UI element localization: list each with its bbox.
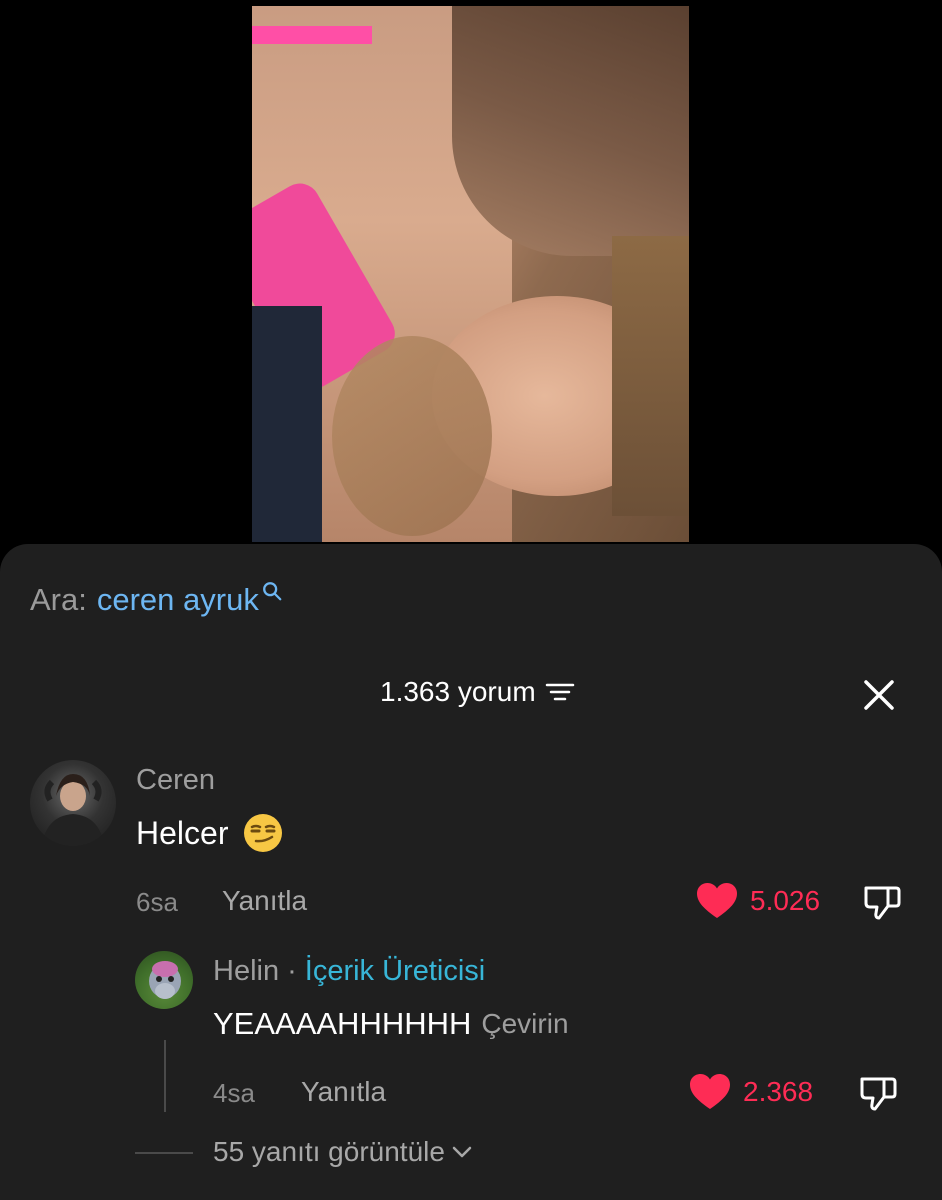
video-player[interactable] (0, 0, 942, 548)
like-button[interactable]: 5.026 (696, 882, 820, 920)
view-replies-button[interactable]: 55 yanıtı görüntüle (213, 1136, 473, 1168)
smirk-emoji-icon (244, 814, 283, 852)
avatar-ceren[interactable] (30, 760, 116, 846)
heart-icon (690, 1074, 730, 1109)
reply-username[interactable]: Helin (213, 955, 279, 988)
replies-divider (135, 1152, 193, 1154)
comments-header: 1.363 yorum (0, 672, 942, 718)
reply-time: 4sa (213, 1078, 255, 1108)
heart-icon (697, 883, 737, 918)
video-frame[interactable] (252, 6, 689, 542)
comment-body: Helcer (136, 812, 284, 854)
close-icon[interactable] (862, 678, 896, 712)
thread-line (164, 1040, 166, 1112)
comment-text: Helcer (136, 814, 229, 851)
avatar-image (42, 774, 104, 846)
comment-count-sort[interactable]: 1.363 yorum (380, 676, 576, 708)
thumbs-down-icon[interactable] (862, 882, 902, 922)
chevron-down-icon (452, 1146, 472, 1158)
search-term-link[interactable]: ceren ayruk (97, 582, 259, 618)
view-replies-label: 55 yanıtı görüntüle (213, 1136, 445, 1167)
reply-reply-button[interactable]: Yanıtla (301, 1076, 386, 1108)
reply-header: Helin · İçerik Üreticisi (213, 955, 485, 988)
reply-button[interactable]: Yanıtla (222, 885, 307, 917)
search-icon (262, 582, 282, 601)
avatar-image (149, 961, 181, 999)
search-suggestion[interactable]: Ara: ceren ayruk (30, 582, 283, 618)
comment-username[interactable]: Ceren (136, 764, 215, 797)
avatar-helin[interactable] (135, 951, 193, 1009)
reply-like-button[interactable]: 2.368 (689, 1073, 813, 1111)
thumbs-down-icon[interactable] (858, 1073, 898, 1113)
reply-body: YEAAAAHHHHHH Çevirin (213, 1006, 569, 1042)
separator-dot: · (287, 955, 297, 987)
comment-count: 1.363 yorum (380, 676, 536, 707)
comment-time: 6sa (136, 887, 178, 917)
translate-button[interactable]: Çevirin (481, 1008, 568, 1040)
search-prefix: Ara: (30, 582, 87, 617)
reply-text: YEAAAAHHHHHH (213, 1006, 472, 1041)
reply-like-count: 2.368 (743, 1076, 814, 1107)
sort-filter-icon[interactable] (544, 680, 576, 704)
like-count: 5.026 (750, 885, 821, 916)
creator-badge: İçerik Üreticisi (304, 955, 486, 987)
